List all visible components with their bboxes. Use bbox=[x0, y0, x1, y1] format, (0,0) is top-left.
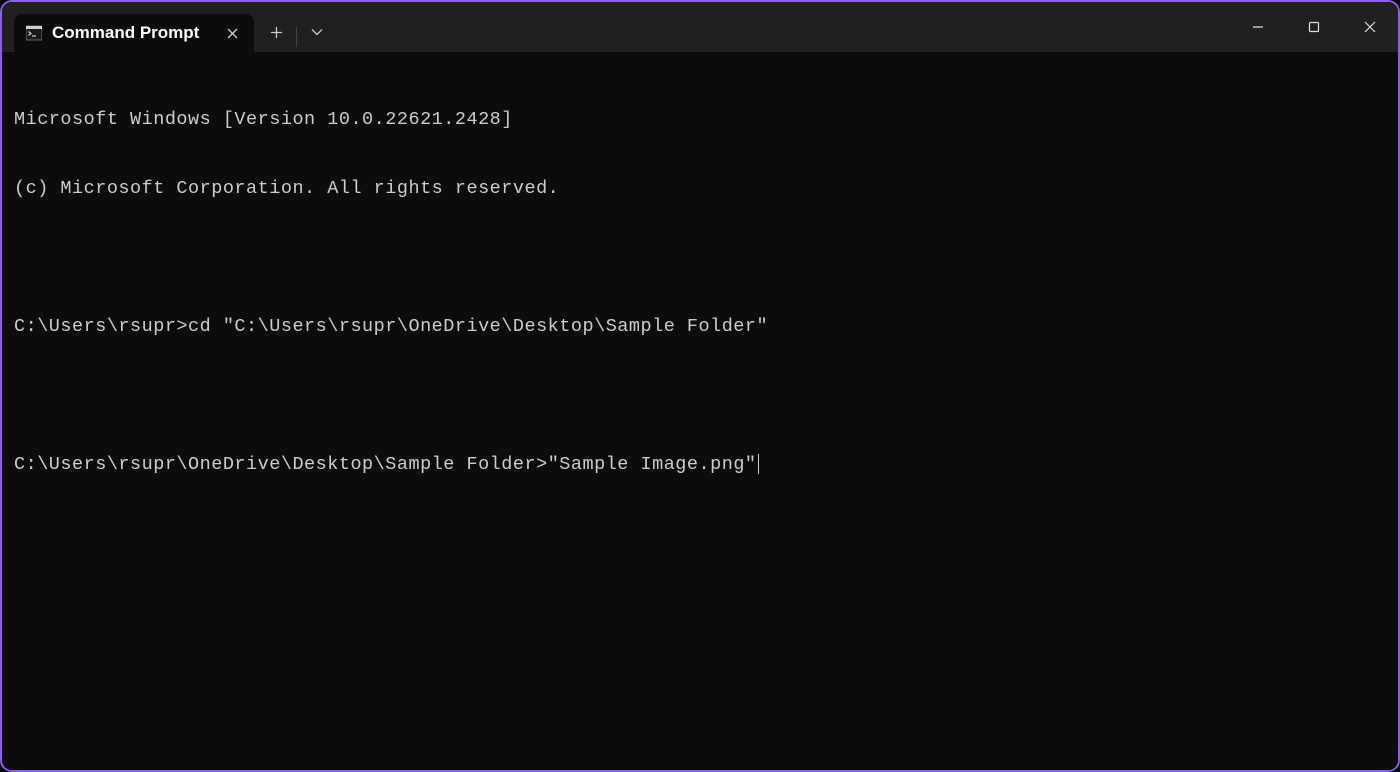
terminal-output[interactable]: Microsoft Windows [Version 10.0.22621.24… bbox=[2, 52, 1398, 770]
divider bbox=[296, 27, 297, 47]
current-command-line: C:\Users\rsupr\OneDrive\Desktop\Sample F… bbox=[14, 453, 1386, 476]
close-icon bbox=[227, 28, 238, 39]
output-line bbox=[14, 246, 1386, 269]
output-line: Microsoft Windows [Version 10.0.22621.24… bbox=[14, 108, 1386, 131]
prompt: C:\Users\rsupr\OneDrive\Desktop\Sample F… bbox=[14, 453, 548, 476]
titlebar-drag-area[interactable] bbox=[335, 2, 1230, 52]
command-input[interactable]: "Sample Image.png" bbox=[548, 453, 757, 476]
minimize-button[interactable] bbox=[1230, 2, 1286, 52]
maximize-icon bbox=[1308, 21, 1320, 33]
maximize-button[interactable] bbox=[1286, 2, 1342, 52]
command-prompt-icon bbox=[26, 25, 42, 41]
cursor bbox=[758, 454, 760, 474]
plus-icon bbox=[270, 26, 283, 39]
close-window-button[interactable] bbox=[1342, 2, 1398, 52]
close-icon bbox=[1364, 21, 1376, 33]
tab-dropdown-button[interactable] bbox=[299, 14, 335, 50]
minimize-icon bbox=[1252, 21, 1264, 33]
tab-title: Command Prompt bbox=[52, 23, 202, 43]
tab-actions bbox=[254, 2, 335, 52]
chevron-down-icon bbox=[311, 28, 323, 36]
tab-close-button[interactable] bbox=[220, 21, 244, 45]
output-line bbox=[14, 384, 1386, 407]
tab-command-prompt[interactable]: Command Prompt bbox=[14, 14, 254, 52]
window-controls bbox=[1230, 2, 1398, 52]
terminal-window: Command Prompt bbox=[2, 2, 1398, 770]
new-tab-button[interactable] bbox=[258, 14, 294, 50]
titlebar: Command Prompt bbox=[2, 2, 1398, 52]
tabs-area: Command Prompt bbox=[2, 2, 254, 52]
output-line: C:\Users\rsupr>cd "C:\Users\rsupr\OneDri… bbox=[14, 315, 1386, 338]
output-line: (c) Microsoft Corporation. All rights re… bbox=[14, 177, 1386, 200]
